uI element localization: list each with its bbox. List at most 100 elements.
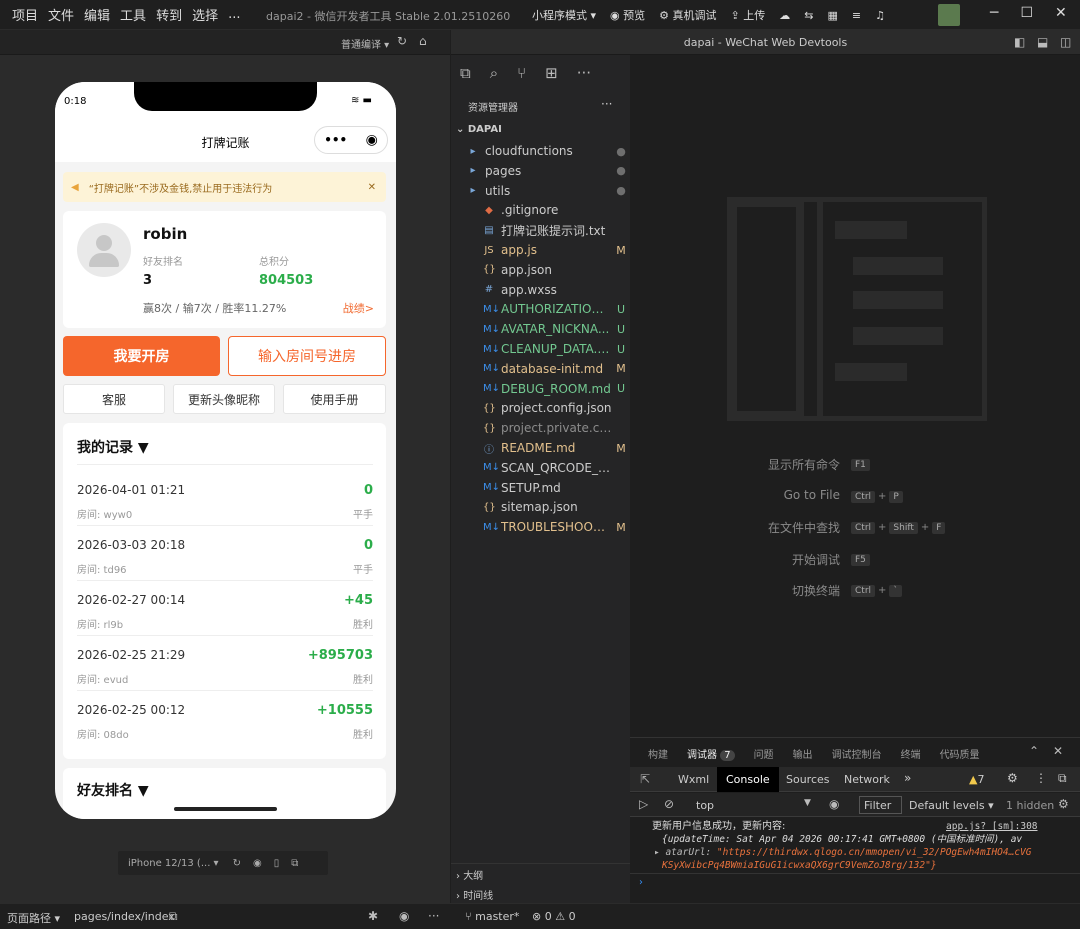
refresh-icon[interactable]: ↻ (397, 34, 407, 48)
tab-debug-console[interactable]: 调试控制台 (832, 746, 882, 761)
service-button[interactable]: 客服 (63, 384, 165, 414)
record-link[interactable]: 战绩> (343, 300, 374, 316)
more-icon[interactable]: ··· (428, 909, 439, 923)
bug-icon[interactable]: ✱ (368, 909, 378, 923)
sidebar-icon[interactable]: ▷ (639, 797, 648, 811)
tab-terminal[interactable]: 终端 (901, 746, 921, 761)
device-select[interactable]: iPhone 12/13 (... ▾ (128, 858, 219, 869)
sidebar-toggle-icon[interactable]: ◧ (1014, 35, 1025, 49)
file-item[interactable]: {} project.private.config.js... (451, 418, 630, 438)
close-miniprogram-icon[interactable]: ◉ (366, 132, 378, 148)
file-item[interactable]: JS app.js M (451, 240, 630, 260)
levels-dropdown[interactable]: Default levels ▾ (909, 799, 994, 812)
tab-network[interactable]: Network (844, 773, 890, 786)
git-branch[interactable]: ⑂ master* (465, 910, 519, 923)
join-room-button[interactable]: 输入房间号进房 (228, 336, 386, 376)
explorer-root[interactable]: ⌄ DAPAI (456, 124, 502, 135)
menu-icon[interactable]: ≡ (852, 9, 861, 22)
cloud-icon[interactable]: ☁ (779, 9, 790, 22)
menu-file[interactable]: 文件 (48, 5, 74, 24)
copy-icon[interactable]: ⧉ (169, 909, 178, 924)
panel-toggle-icon[interactable]: ⬓ (1037, 35, 1048, 49)
menu-goto[interactable]: 转到 (156, 5, 182, 24)
file-item[interactable]: M↓SCAN_QRCODE_GUIDE... (451, 458, 630, 478)
tab-wxml[interactable]: Wxml (678, 773, 709, 786)
tab-problems[interactable]: 问题 (754, 746, 774, 761)
friends-title[interactable]: 好友排名 ▼ (77, 780, 149, 800)
file-item[interactable]: {} project.config.json (451, 398, 630, 418)
preview-icon[interactable]: ◉ (399, 909, 409, 923)
clear-console-icon[interactable]: ⊘ (664, 797, 674, 811)
file-item[interactable]: M↓ AUTHORIZATION_... U (451, 299, 630, 319)
mode-dropdown[interactable]: 小程序模式 ▾ (532, 7, 596, 23)
home-icon[interactable]: ◉ (253, 858, 262, 869)
preview-button[interactable]: ◉ 预览 (610, 7, 645, 23)
file-item[interactable]: M↓ TROUBLESHOOTI... M (451, 517, 630, 537)
swap-icon[interactable]: ⇆ (804, 9, 813, 22)
undock-icon[interactable]: ⧉ (1058, 771, 1067, 786)
tab-code-quality[interactable]: 代码质量 (940, 746, 980, 761)
inspect-icon[interactable]: ⇱ (640, 772, 650, 786)
open-room-button[interactable]: 我要开房 (63, 336, 220, 376)
console-object[interactable]: {updateTime: Sat Apr 04 2026 00:17:41 GM… (662, 833, 1022, 846)
more-icon[interactable]: ⋮ (1035, 771, 1047, 785)
phone-icon[interactable]: ▯ (274, 858, 280, 869)
record-row[interactable]: 2026-04-01 01:21 房间: wyw0 0 平手 (77, 471, 373, 526)
tab-sources[interactable]: Sources (786, 773, 830, 786)
compile-dropdown[interactable]: 普通编译 ▾ (341, 36, 389, 51)
tab-output[interactable]: 输出 (793, 746, 813, 761)
upload-button[interactable]: ⇪ 上传 (731, 7, 766, 23)
close-panel-icon[interactable]: ✕ (1053, 744, 1063, 758)
layout-icon[interactable]: ▦ (827, 9, 837, 22)
manual-button[interactable]: 使用手册 (283, 384, 386, 414)
file-item[interactable]: M↓ DEBUG_ROOM.md U (451, 379, 630, 399)
notice-close-icon[interactable]: ✕ (368, 182, 376, 193)
tab-debugger[interactable]: 调试器 7 (687, 746, 735, 761)
chevron-up-icon[interactable]: ⌃ (1029, 744, 1039, 758)
record-row[interactable]: 2026-02-27 00:14 房间: rl9b +45 胜利 (77, 581, 373, 636)
source-control-icon[interactable]: ⑂ (517, 64, 526, 82)
update-profile-button[interactable]: 更新头像昵称 (173, 384, 275, 414)
page-path[interactable]: pages/index/index (74, 910, 175, 923)
file-item[interactable]: # app.wxss (451, 280, 630, 300)
record-row[interactable]: 2026-03-03 20:18 房间: td96 0 平手 (77, 526, 373, 581)
record-row[interactable]: 2026-02-25 21:29 房间: evud +895703 胜利 (77, 636, 373, 691)
avatar[interactable] (938, 4, 960, 26)
more-icon[interactable]: ••• (324, 133, 347, 147)
console-source-link[interactable]: app.js? [sm]:308 (946, 820, 1038, 833)
layout-toggle-icon[interactable]: ◫ (1060, 35, 1071, 49)
menu-project[interactable]: 项目 (12, 5, 38, 24)
file-item[interactable]: M↓ SETUP.md (451, 478, 630, 498)
more-icon[interactable]: ··· (577, 64, 591, 82)
file-item[interactable]: ▸ cloudfunctions ● (451, 141, 630, 161)
console-prompt[interactable]: › (638, 876, 644, 889)
menu-tools[interactable]: 工具 (120, 5, 146, 24)
tab-build[interactable]: 构建 (648, 746, 668, 761)
files-icon[interactable]: ⧉ (460, 64, 471, 82)
minimize-icon[interactable]: ─ (990, 5, 998, 21)
file-item[interactable]: {} sitemap.json (451, 497, 630, 517)
extensions-icon[interactable]: ⊞ (545, 64, 558, 82)
clear-cache-icon[interactable]: ⌂ (419, 34, 427, 48)
filter-input[interactable]: Filter (859, 796, 902, 814)
settings-icon[interactable]: ⚙ (1007, 771, 1018, 785)
console-settings-icon[interactable]: ⚙ (1058, 797, 1069, 811)
menu-more[interactable]: ... (228, 7, 240, 22)
search-icon[interactable]: ⌕ (490, 64, 498, 82)
rotate-icon[interactable]: ↻ (233, 858, 241, 869)
explorer-more-icon[interactable]: ··· (601, 97, 612, 111)
file-item[interactable]: M↓ CLEANUP_DATA.md U (451, 339, 630, 359)
close-icon[interactable]: ✕ (1055, 5, 1067, 21)
maximize-icon[interactable]: ☐ (1020, 5, 1033, 21)
tab-console[interactable]: Console (717, 767, 779, 792)
file-item[interactable]: {} app.json (451, 260, 630, 280)
context-select[interactable]: top (696, 799, 714, 812)
file-item[interactable]: ▸ pages ● (451, 161, 630, 181)
file-item[interactable]: ▤ 打牌记账提示词.txt (451, 220, 630, 240)
outline-section[interactable]: › 大纲 (456, 867, 483, 882)
eye-icon[interactable]: ◉ (829, 797, 839, 811)
file-item[interactable]: ▸ utils ● (451, 181, 630, 201)
records-title[interactable]: 我的记录 ▼ (77, 437, 149, 457)
context-dropdown-icon[interactable]: ▼ (804, 798, 811, 808)
warning-count[interactable]: ▲7 (969, 773, 984, 786)
